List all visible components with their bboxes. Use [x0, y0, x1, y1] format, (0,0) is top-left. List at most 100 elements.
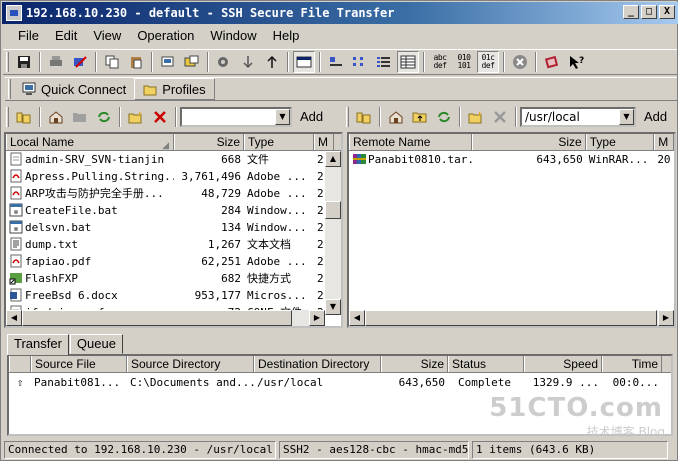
remote-new-folder-icon[interactable]: [465, 106, 487, 128]
local-horizontal-scrollbar[interactable]: ◀ ▶: [6, 310, 325, 326]
scroll-left-icon[interactable]: ◀: [6, 310, 22, 326]
file-row[interactable]: admin-SRV_SVN-tianjin 668 文件 2: [6, 151, 341, 168]
local-path-combo[interactable]: ▼: [180, 107, 292, 127]
upload-arrow-icon[interactable]: [261, 51, 283, 73]
local-refresh-icon[interactable]: [93, 106, 115, 128]
file-row[interactable]: ARP攻击与防护完全手册... 48,729 Adobe ... 2: [6, 185, 341, 202]
transfer-col-source-file[interactable]: Source File: [31, 356, 127, 372]
transfer-col-size[interactable]: Size: [381, 356, 448, 372]
disconnect-icon[interactable]: [69, 51, 91, 73]
app-icon[interactable]: [6, 5, 22, 21]
remote-profiles-icon[interactable]: [181, 51, 203, 73]
stop-icon[interactable]: [509, 51, 531, 73]
remote-col-type[interactable]: Type: [585, 134, 655, 150]
local-col-size[interactable]: Size: [174, 134, 244, 150]
transfer-col-source-dir[interactable]: Source Directory: [127, 356, 254, 372]
transfer-col-status[interactable]: Status: [448, 356, 524, 372]
transfer-col-speed[interactable]: Speed: [524, 356, 602, 372]
scroll-up-icon[interactable]: ▲: [325, 151, 341, 167]
remote-home-folders-icon[interactable]: [353, 106, 375, 128]
toolbar-grip[interactable]: [8, 79, 11, 99]
auto-mode-icon[interactable]: 01c def: [477, 51, 499, 73]
scroll-thumb[interactable]: [365, 310, 657, 326]
remote-path-combo[interactable]: /usr/local ▼: [520, 107, 636, 127]
minimize-button[interactable]: _: [623, 5, 639, 19]
large-icons-icon[interactable]: [325, 51, 347, 73]
copy-icon[interactable]: [101, 51, 123, 73]
file-row[interactable]: FreeBsd 6.docx 953,177 Micros... 2: [6, 287, 341, 304]
file-row[interactable]: CreateFile.bat 284 Window... 2: [6, 202, 341, 219]
remote-col-name[interactable]: Remote Name: [349, 134, 473, 150]
scroll-left-icon[interactable]: ◀: [349, 310, 365, 326]
whats-this-icon[interactable]: ?: [565, 51, 587, 73]
file-row[interactable]: Panabit0810.tar.tar 643,650 WinRAR... 20: [349, 151, 674, 168]
transfer-col-source-file-label: Source File: [35, 357, 96, 371]
console-view-icon[interactable]: [293, 51, 315, 73]
scroll-thumb[interactable]: [22, 310, 292, 326]
menu-edit[interactable]: Edit: [47, 26, 85, 46]
remote-refresh-icon[interactable]: [433, 106, 455, 128]
file-row[interactable]: Apress.Pulling.String... 3,761,496 Adobe .…: [6, 168, 341, 185]
local-col-modified[interactable]: M: [314, 134, 334, 150]
list-view-icon[interactable]: [373, 51, 395, 73]
file-row[interactable]: fapiao.pdf 62,251 Adobe ... 2: [6, 253, 341, 270]
local-col-type[interactable]: Type: [244, 134, 314, 150]
remote-delete-icon[interactable]: [489, 106, 511, 128]
ascii-mode-icon[interactable]: abc def: [429, 51, 451, 73]
transfer-col-dest-dir[interactable]: Destination Directory: [254, 356, 381, 372]
save-icon[interactable]: [13, 51, 35, 73]
chevron-down-icon[interactable]: ▼: [619, 109, 634, 125]
remote-horizontal-scrollbar[interactable]: ◀ ▶: [349, 310, 674, 326]
download-arrow-icon[interactable]: [237, 51, 259, 73]
tab-queue[interactable]: Queue: [69, 334, 123, 354]
local-col-name[interactable]: Local Name ◢: [6, 134, 174, 150]
toolbar-grip[interactable]: [346, 107, 349, 127]
local-up-folder-icon[interactable]: [69, 106, 91, 128]
local-new-folder-icon[interactable]: [125, 106, 147, 128]
local-add-button[interactable]: Add: [292, 106, 331, 128]
profiles-button[interactable]: Profiles: [134, 78, 215, 100]
quick-connect-button[interactable]: Quick Connect: [14, 78, 134, 100]
close-button[interactable]: X: [659, 5, 675, 19]
file-row[interactable]: FlashFXP 682 快捷方式 2: [6, 270, 341, 287]
scroll-down-icon[interactable]: ▼: [325, 299, 341, 315]
toolbar-grip[interactable]: [6, 107, 9, 127]
help-book-icon[interactable]: [541, 51, 563, 73]
scroll-thumb[interactable]: [325, 201, 341, 219]
file-row[interactable]: delsvn.bat 134 Window... 2: [6, 219, 341, 236]
transfer-col-direction[interactable]: [9, 356, 31, 372]
details-view-icon[interactable]: [397, 51, 419, 73]
transfer-row[interactable]: ⇧ Panabit081... C:\Documents and... /usr…: [9, 373, 671, 392]
remote-up-folder-icon[interactable]: [409, 106, 431, 128]
remote-add-button[interactable]: Add: [636, 106, 675, 128]
scroll-right-icon[interactable]: ▶: [309, 310, 325, 326]
menu-view[interactable]: View: [85, 26, 129, 46]
small-icons-icon[interactable]: [349, 51, 371, 73]
toolbar-grip[interactable]: [6, 52, 9, 72]
binary-mode-icon[interactable]: 010 101: [453, 51, 475, 73]
menu-window[interactable]: Window: [202, 26, 264, 46]
remote-col-modified[interactable]: M: [654, 134, 674, 150]
remote-home-icon[interactable]: [385, 106, 407, 128]
maximize-button[interactable]: □: [641, 5, 657, 19]
tab-transfer[interactable]: Transfer: [7, 334, 69, 355]
local-home-icon[interactable]: [45, 106, 67, 128]
remote-col-size[interactable]: Size: [472, 134, 586, 150]
menu-file[interactable]: File: [10, 26, 47, 46]
chevron-down-icon[interactable]: ▼: [275, 109, 290, 125]
title-bar[interactable]: 192.168.10.230 - default - SSH Secure Fi…: [2, 2, 678, 24]
paste-icon[interactable]: [125, 51, 147, 73]
scroll-right-icon[interactable]: ▶: [658, 310, 674, 326]
file-row[interactable]: dump.txt 1,267 文本文档 2: [6, 236, 341, 253]
print-icon[interactable]: [45, 51, 67, 73]
file-type: 文件: [247, 153, 269, 166]
menu-operation[interactable]: Operation: [129, 26, 202, 46]
menu-help[interactable]: Help: [265, 26, 308, 46]
local-profiles-icon[interactable]: [157, 51, 179, 73]
transfer-col-time[interactable]: Time: [602, 356, 662, 372]
local-header: Local Name ◢ Size Type M: [6, 134, 341, 151]
local-delete-icon[interactable]: [149, 106, 171, 128]
settings-icon[interactable]: [213, 51, 235, 73]
local-home-folders-icon[interactable]: [13, 106, 35, 128]
local-vertical-scrollbar[interactable]: ▲ ▼: [325, 151, 341, 315]
